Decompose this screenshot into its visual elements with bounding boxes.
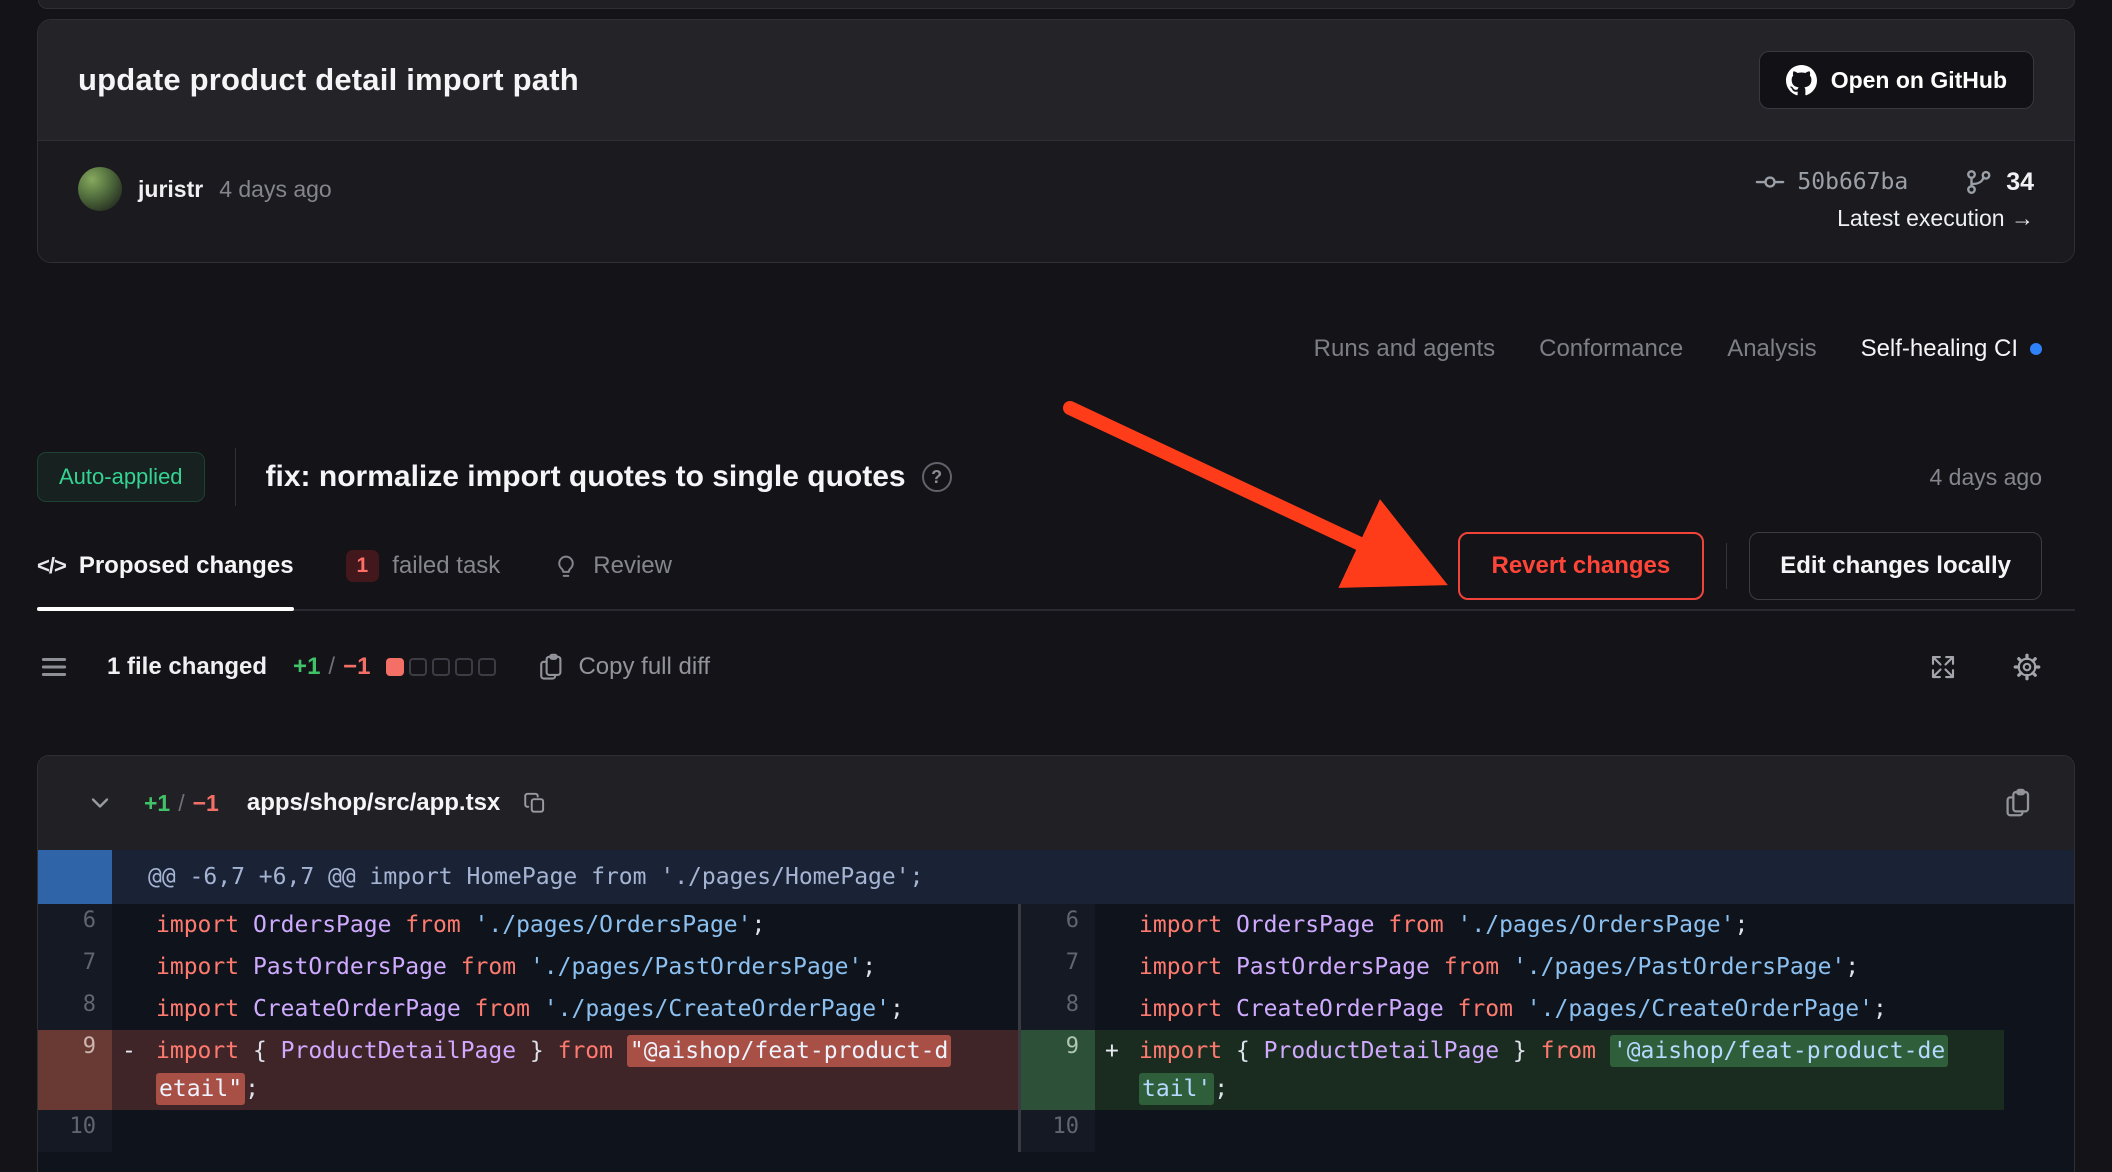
- diff-line-left-9: 9-import { ProductDetailPage } from "@ai…: [38, 1030, 1018, 1110]
- fix-title: fix: normalize import quotes to single q…: [266, 460, 906, 494]
- tab-review-label: Review: [593, 552, 672, 580]
- fix-time-ago: 4 days ago: [1929, 464, 2075, 491]
- commit-title: update product detail import path: [78, 62, 579, 98]
- edit-changes-locally-button[interactable]: Edit changes locally: [1749, 532, 2042, 600]
- github-icon: [1786, 65, 1817, 96]
- copy-file-diff-button[interactable]: [2002, 787, 2034, 819]
- vertical-divider: [235, 448, 236, 506]
- author-row: juristr 4 days ago: [78, 167, 332, 211]
- revert-changes-button[interactable]: Revert changes: [1458, 532, 1705, 600]
- diff-line-left-7: 7import PastOrdersPage from './pages/Pas…: [38, 946, 1018, 988]
- diff-line-left-8: 8import CreateOrderPage from './pages/Cr…: [38, 988, 1018, 1030]
- collapse-file-button[interactable]: [86, 789, 114, 817]
- gear-icon: [2012, 652, 2042, 682]
- latest-execution-link[interactable]: Latest execution →: [1837, 205, 2034, 232]
- file-deletions: −1: [193, 790, 219, 817]
- commit-card: update product detail import path Open o…: [37, 19, 2075, 263]
- expand-icon: [1928, 652, 1958, 682]
- fullscreen-button[interactable]: [1928, 652, 1958, 682]
- tab-self-healing-ci[interactable]: Self-healing CI: [1861, 335, 2042, 363]
- diff-panel-left: 6import OrdersPage from './pages/OrdersP…: [38, 904, 1018, 1152]
- diff-line-right-7: 7import PastOrdersPage from './pages/Pas…: [1021, 946, 2004, 988]
- copy-icon: [522, 790, 548, 816]
- diff-body: 6import OrdersPage from './pages/OrdersP…: [38, 904, 2074, 1152]
- page-nav-tabs: Runs and agents Conformance Analysis Sel…: [37, 335, 2075, 363]
- failed-task-count-badge: 1: [346, 550, 380, 582]
- diff-ratio-block: [432, 658, 450, 676]
- hunk-gutter: [38, 850, 112, 904]
- settings-button[interactable]: [2012, 652, 2042, 682]
- diff-ratio-block: [386, 658, 404, 676]
- commit-meta: 50b667ba 34 Latest execution →: [1755, 167, 2034, 232]
- code-icon: </>: [37, 553, 66, 579]
- help-icon[interactable]: ?: [922, 462, 952, 492]
- diff-line-right-9: 9+import { ProductDetailPage } from '@ai…: [1021, 1030, 2004, 1110]
- diff-file-card: +1 / −1 apps/shop/src/app.tsx @@ -6,7 +6…: [37, 755, 2075, 1172]
- git-branch-icon: [1964, 167, 1994, 197]
- tab-self-healing-ci-label: Self-healing CI: [1861, 335, 2018, 363]
- diff-ratio-block: [455, 658, 473, 676]
- diff-line-right-6: 6import OrdersPage from './pages/OrdersP…: [1021, 904, 2004, 946]
- commit-card-body: juristr 4 days ago 50b667ba 34: [38, 141, 2074, 262]
- copy-full-diff-label: Copy full diff: [578, 653, 710, 681]
- tab-proposed-changes-label: Proposed changes: [79, 552, 294, 580]
- hunk-header-text: @@ -6,7 +6,7 @@ import HomePage from './…: [112, 850, 923, 904]
- diff-ratio-block: [409, 658, 427, 676]
- diff-line-right-8: 8import CreateOrderPage from './pages/Cr…: [1021, 988, 2004, 1030]
- execution-number: 34: [2006, 168, 2034, 197]
- code-filler: [38, 1152, 2074, 1172]
- copy-full-diff-button[interactable]: Copy full diff: [536, 652, 710, 682]
- button-divider: [1726, 543, 1727, 589]
- tab-failed-task-label: failed task: [392, 552, 500, 580]
- commit-sha: 50b667ba: [1797, 169, 1908, 195]
- file-additions: +1: [144, 790, 170, 817]
- diff-stats: +1 / −1: [293, 653, 370, 681]
- git-commit-icon: [1755, 167, 1785, 197]
- fix-header: Auto-applied fix: normalize import quote…: [37, 441, 2075, 513]
- file-stats-separator: /: [178, 790, 184, 817]
- open-on-github-button[interactable]: Open on GitHub: [1759, 51, 2034, 109]
- file-diff-stats: +1 / −1: [144, 790, 219, 817]
- stats-separator: /: [328, 653, 335, 681]
- copy-path-button[interactable]: [522, 790, 548, 816]
- file-list-menu-icon[interactable]: [37, 652, 71, 682]
- tab-conformance[interactable]: Conformance: [1539, 335, 1683, 363]
- tab-failed-task[interactable]: 1 failed task: [346, 523, 501, 609]
- page: update product detail import path Open o…: [0, 0, 2112, 1172]
- commit-time-ago: 4 days ago: [219, 176, 332, 203]
- tab-runs-and-agents[interactable]: Runs and agents: [1314, 335, 1495, 363]
- avatar[interactable]: [78, 167, 122, 211]
- notification-dot: [2030, 343, 2042, 355]
- file-path: apps/shop/src/app.tsx: [247, 789, 500, 817]
- diff-ratio-blocks: [386, 658, 496, 676]
- tab-analysis[interactable]: Analysis: [1727, 335, 1816, 363]
- open-on-github-label: Open on GitHub: [1831, 67, 2007, 94]
- diff-toolbar: 1 file changed +1 / −1 Copy full diff: [37, 639, 2075, 695]
- cutoff-card-sliver: [38, 0, 2075, 9]
- auto-applied-badge: Auto-applied: [37, 452, 205, 502]
- commit-card-header: update product detail import path Open o…: [38, 20, 2074, 141]
- chevron-down-icon: [86, 789, 114, 817]
- clipboard-icon: [536, 652, 566, 682]
- hunk-header: @@ -6,7 +6,7 @@ import HomePage from './…: [38, 850, 2074, 904]
- diff-file-header: +1 / −1 apps/shop/src/app.tsx: [38, 756, 2074, 850]
- files-changed-label: 1 file changed: [107, 653, 267, 681]
- fix-tabs-row: </> Proposed changes 1 failed task Revie…: [37, 523, 2075, 611]
- diff-line-left-6: 6import OrdersPage from './pages/OrdersP…: [38, 904, 1018, 946]
- tab-review[interactable]: Review: [552, 523, 672, 609]
- execution-count-item[interactable]: 34: [1964, 167, 2034, 197]
- diff-ratio-block: [478, 658, 496, 676]
- lightbulb-icon: [552, 552, 580, 580]
- deletions-count: −1: [343, 653, 370, 681]
- diff-panel-right: 6import OrdersPage from './pages/OrdersP…: [1018, 904, 2004, 1152]
- diff-line-left-10: 10: [38, 1110, 1018, 1152]
- clipboard-icon: [2002, 787, 2034, 819]
- additions-count: +1: [293, 653, 320, 681]
- tab-proposed-changes[interactable]: </> Proposed changes: [37, 523, 294, 609]
- diff-line-right-10: 10: [1021, 1110, 2004, 1152]
- author-name: juristr: [138, 176, 203, 203]
- commit-sha-item[interactable]: 50b667ba: [1755, 167, 1908, 197]
